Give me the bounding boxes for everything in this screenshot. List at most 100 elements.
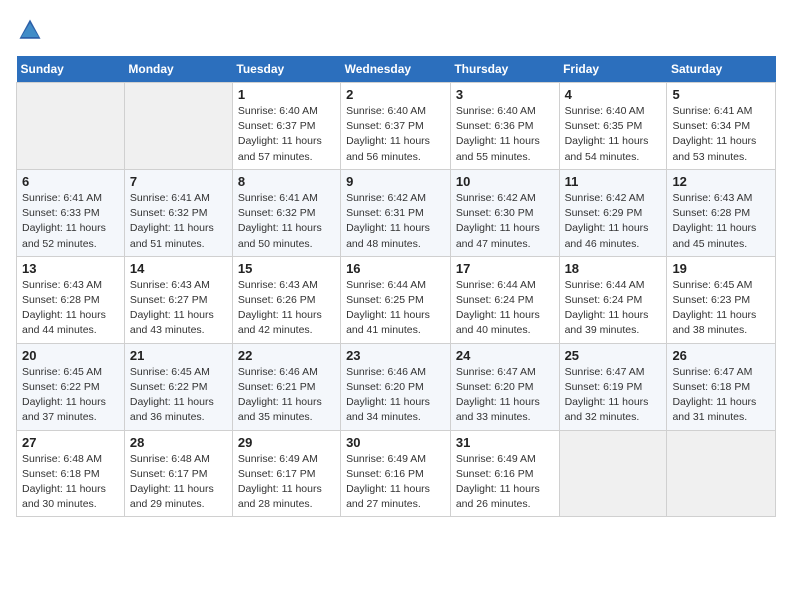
day-info: Sunrise: 6:48 AM Sunset: 6:18 PM Dayligh… bbox=[22, 452, 119, 513]
calendar-cell: 29 Sunrise: 6:49 AM Sunset: 6:17 PM Dayli… bbox=[232, 430, 340, 517]
day-number: 14 bbox=[130, 261, 227, 276]
day-info: Sunrise: 6:41 AM Sunset: 6:34 PM Dayligh… bbox=[672, 104, 770, 165]
day-number: 5 bbox=[672, 87, 770, 102]
calendar-cell: 18 Sunrise: 6:44 AM Sunset: 6:24 PM Dayli… bbox=[559, 256, 667, 343]
logo-icon bbox=[16, 16, 44, 44]
day-info: Sunrise: 6:48 AM Sunset: 6:17 PM Dayligh… bbox=[130, 452, 227, 513]
calendar-cell: 20 Sunrise: 6:45 AM Sunset: 6:22 PM Dayli… bbox=[17, 343, 125, 430]
calendar-cell bbox=[559, 430, 667, 517]
calendar-cell: 19Sunrise: 6:45 AM Sunset: 6:23 PM Dayli… bbox=[667, 256, 776, 343]
day-info: Sunrise: 6:44 AM Sunset: 6:24 PM Dayligh… bbox=[456, 278, 554, 339]
calendar-table: SundayMondayTuesdayWednesdayThursdayFrid… bbox=[16, 56, 776, 517]
weekday-header: Tuesday bbox=[232, 56, 340, 83]
day-number: 24 bbox=[456, 348, 554, 363]
day-info: Sunrise: 6:42 AM Sunset: 6:31 PM Dayligh… bbox=[346, 191, 445, 252]
day-number: 13 bbox=[22, 261, 119, 276]
calendar-cell: 3Sunrise: 6:40 AM Sunset: 6:36 PM Daylig… bbox=[450, 83, 559, 170]
day-info: Sunrise: 6:41 AM Sunset: 6:32 PM Dayligh… bbox=[130, 191, 227, 252]
calendar-cell: 28 Sunrise: 6:48 AM Sunset: 6:17 PM Dayli… bbox=[124, 430, 232, 517]
day-number: 3 bbox=[456, 87, 554, 102]
weekday-header: Wednesday bbox=[341, 56, 451, 83]
calendar-cell bbox=[17, 83, 125, 170]
calendar-cell: 21Sunrise: 6:45 AM Sunset: 6:22 PM Dayli… bbox=[124, 343, 232, 430]
day-number: 4 bbox=[565, 87, 662, 102]
day-number: 6 bbox=[22, 174, 119, 189]
day-number: 2 bbox=[346, 87, 445, 102]
calendar-cell: 27Sunrise: 6:48 AM Sunset: 6:18 PM Dayli… bbox=[17, 430, 125, 517]
logo bbox=[16, 16, 48, 44]
weekday-header: Friday bbox=[559, 56, 667, 83]
calendar-cell: 24 Sunrise: 6:47 AM Sunset: 6:20 PM Dayli… bbox=[450, 343, 559, 430]
weekday-header: Saturday bbox=[667, 56, 776, 83]
day-info: Sunrise: 6:44 AM Sunset: 6:24 PM Dayligh… bbox=[565, 278, 662, 339]
day-number: 7 bbox=[130, 174, 227, 189]
calendar-cell: 4 Sunrise: 6:40 AM Sunset: 6:35 PM Daylig… bbox=[559, 83, 667, 170]
calendar-cell: 5 Sunrise: 6:41 AM Sunset: 6:34 PM Daylig… bbox=[667, 83, 776, 170]
day-number: 22 bbox=[238, 348, 335, 363]
calendar-header: SundayMondayTuesdayWednesdayThursdayFrid… bbox=[17, 56, 776, 83]
calendar-cell: 7 Sunrise: 6:41 AM Sunset: 6:32 PM Daylig… bbox=[124, 169, 232, 256]
calendar-cell: 23 Sunrise: 6:46 AM Sunset: 6:20 PM Dayli… bbox=[341, 343, 451, 430]
calendar-week-row: 1Sunrise: 6:40 AM Sunset: 6:37 PM Daylig… bbox=[17, 83, 776, 170]
calendar-cell: 8Sunrise: 6:41 AM Sunset: 6:32 PM Daylig… bbox=[232, 169, 340, 256]
calendar-cell: 14 Sunrise: 6:43 AM Sunset: 6:27 PM Dayli… bbox=[124, 256, 232, 343]
day-info: Sunrise: 6:47 AM Sunset: 6:20 PM Dayligh… bbox=[456, 365, 554, 426]
day-number: 17 bbox=[456, 261, 554, 276]
day-info: Sunrise: 6:43 AM Sunset: 6:28 PM Dayligh… bbox=[22, 278, 119, 339]
header bbox=[16, 16, 776, 44]
calendar-week-row: 27Sunrise: 6:48 AM Sunset: 6:18 PM Dayli… bbox=[17, 430, 776, 517]
day-number: 19 bbox=[672, 261, 770, 276]
day-info: Sunrise: 6:49 AM Sunset: 6:17 PM Dayligh… bbox=[238, 452, 335, 513]
day-number: 18 bbox=[565, 261, 662, 276]
day-info: Sunrise: 6:41 AM Sunset: 6:32 PM Dayligh… bbox=[238, 191, 335, 252]
day-info: Sunrise: 6:44 AM Sunset: 6:25 PM Dayligh… bbox=[346, 278, 445, 339]
calendar-cell: 10 Sunrise: 6:42 AM Sunset: 6:30 PM Dayli… bbox=[450, 169, 559, 256]
day-number: 9 bbox=[346, 174, 445, 189]
calendar-cell bbox=[124, 83, 232, 170]
day-number: 11 bbox=[565, 174, 662, 189]
calendar-cell: 11 Sunrise: 6:42 AM Sunset: 6:29 PM Dayli… bbox=[559, 169, 667, 256]
day-number: 30 bbox=[346, 435, 445, 450]
calendar-week-row: 20 Sunrise: 6:45 AM Sunset: 6:22 PM Dayli… bbox=[17, 343, 776, 430]
calendar-cell: 16 Sunrise: 6:44 AM Sunset: 6:25 PM Dayli… bbox=[341, 256, 451, 343]
calendar-week-row: 13 Sunrise: 6:43 AM Sunset: 6:28 PM Dayli… bbox=[17, 256, 776, 343]
day-info: Sunrise: 6:46 AM Sunset: 6:21 PM Dayligh… bbox=[238, 365, 335, 426]
day-number: 29 bbox=[238, 435, 335, 450]
day-number: 23 bbox=[346, 348, 445, 363]
day-info: Sunrise: 6:42 AM Sunset: 6:29 PM Dayligh… bbox=[565, 191, 662, 252]
calendar-cell: 13 Sunrise: 6:43 AM Sunset: 6:28 PM Dayli… bbox=[17, 256, 125, 343]
calendar-cell: 12Sunrise: 6:43 AM Sunset: 6:28 PM Dayli… bbox=[667, 169, 776, 256]
day-info: Sunrise: 6:41 AM Sunset: 6:33 PM Dayligh… bbox=[22, 191, 119, 252]
day-info: Sunrise: 6:43 AM Sunset: 6:28 PM Dayligh… bbox=[672, 191, 770, 252]
calendar-cell: 25Sunrise: 6:47 AM Sunset: 6:19 PM Dayli… bbox=[559, 343, 667, 430]
day-info: Sunrise: 6:40 AM Sunset: 6:37 PM Dayligh… bbox=[346, 104, 445, 165]
day-number: 28 bbox=[130, 435, 227, 450]
day-number: 26 bbox=[672, 348, 770, 363]
calendar-cell bbox=[667, 430, 776, 517]
day-info: Sunrise: 6:45 AM Sunset: 6:22 PM Dayligh… bbox=[22, 365, 119, 426]
calendar-cell: 22 Sunrise: 6:46 AM Sunset: 6:21 PM Dayli… bbox=[232, 343, 340, 430]
day-info: Sunrise: 6:47 AM Sunset: 6:18 PM Dayligh… bbox=[672, 365, 770, 426]
weekday-header: Sunday bbox=[17, 56, 125, 83]
day-info: Sunrise: 6:45 AM Sunset: 6:22 PM Dayligh… bbox=[130, 365, 227, 426]
day-number: 25 bbox=[565, 348, 662, 363]
day-number: 10 bbox=[456, 174, 554, 189]
day-number: 15 bbox=[238, 261, 335, 276]
calendar-cell: 1Sunrise: 6:40 AM Sunset: 6:37 PM Daylig… bbox=[232, 83, 340, 170]
calendar-cell: 6 Sunrise: 6:41 AM Sunset: 6:33 PM Daylig… bbox=[17, 169, 125, 256]
day-info: Sunrise: 6:42 AM Sunset: 6:30 PM Dayligh… bbox=[456, 191, 554, 252]
day-info: Sunrise: 6:46 AM Sunset: 6:20 PM Dayligh… bbox=[346, 365, 445, 426]
calendar-cell: 30 Sunrise: 6:49 AM Sunset: 6:16 PM Dayli… bbox=[341, 430, 451, 517]
day-number: 16 bbox=[346, 261, 445, 276]
weekday-header: Monday bbox=[124, 56, 232, 83]
calendar-cell: 9 Sunrise: 6:42 AM Sunset: 6:31 PM Daylig… bbox=[341, 169, 451, 256]
day-info: Sunrise: 6:40 AM Sunset: 6:35 PM Dayligh… bbox=[565, 104, 662, 165]
calendar-cell: 2 Sunrise: 6:40 AM Sunset: 6:37 PM Daylig… bbox=[341, 83, 451, 170]
calendar-week-row: 6 Sunrise: 6:41 AM Sunset: 6:33 PM Daylig… bbox=[17, 169, 776, 256]
day-info: Sunrise: 6:43 AM Sunset: 6:27 PM Dayligh… bbox=[130, 278, 227, 339]
calendar-cell: 15 Sunrise: 6:43 AM Sunset: 6:26 PM Dayli… bbox=[232, 256, 340, 343]
day-number: 20 bbox=[22, 348, 119, 363]
day-info: Sunrise: 6:43 AM Sunset: 6:26 PM Dayligh… bbox=[238, 278, 335, 339]
calendar-cell: 31Sunrise: 6:49 AM Sunset: 6:16 PM Dayli… bbox=[450, 430, 559, 517]
day-info: Sunrise: 6:49 AM Sunset: 6:16 PM Dayligh… bbox=[346, 452, 445, 513]
